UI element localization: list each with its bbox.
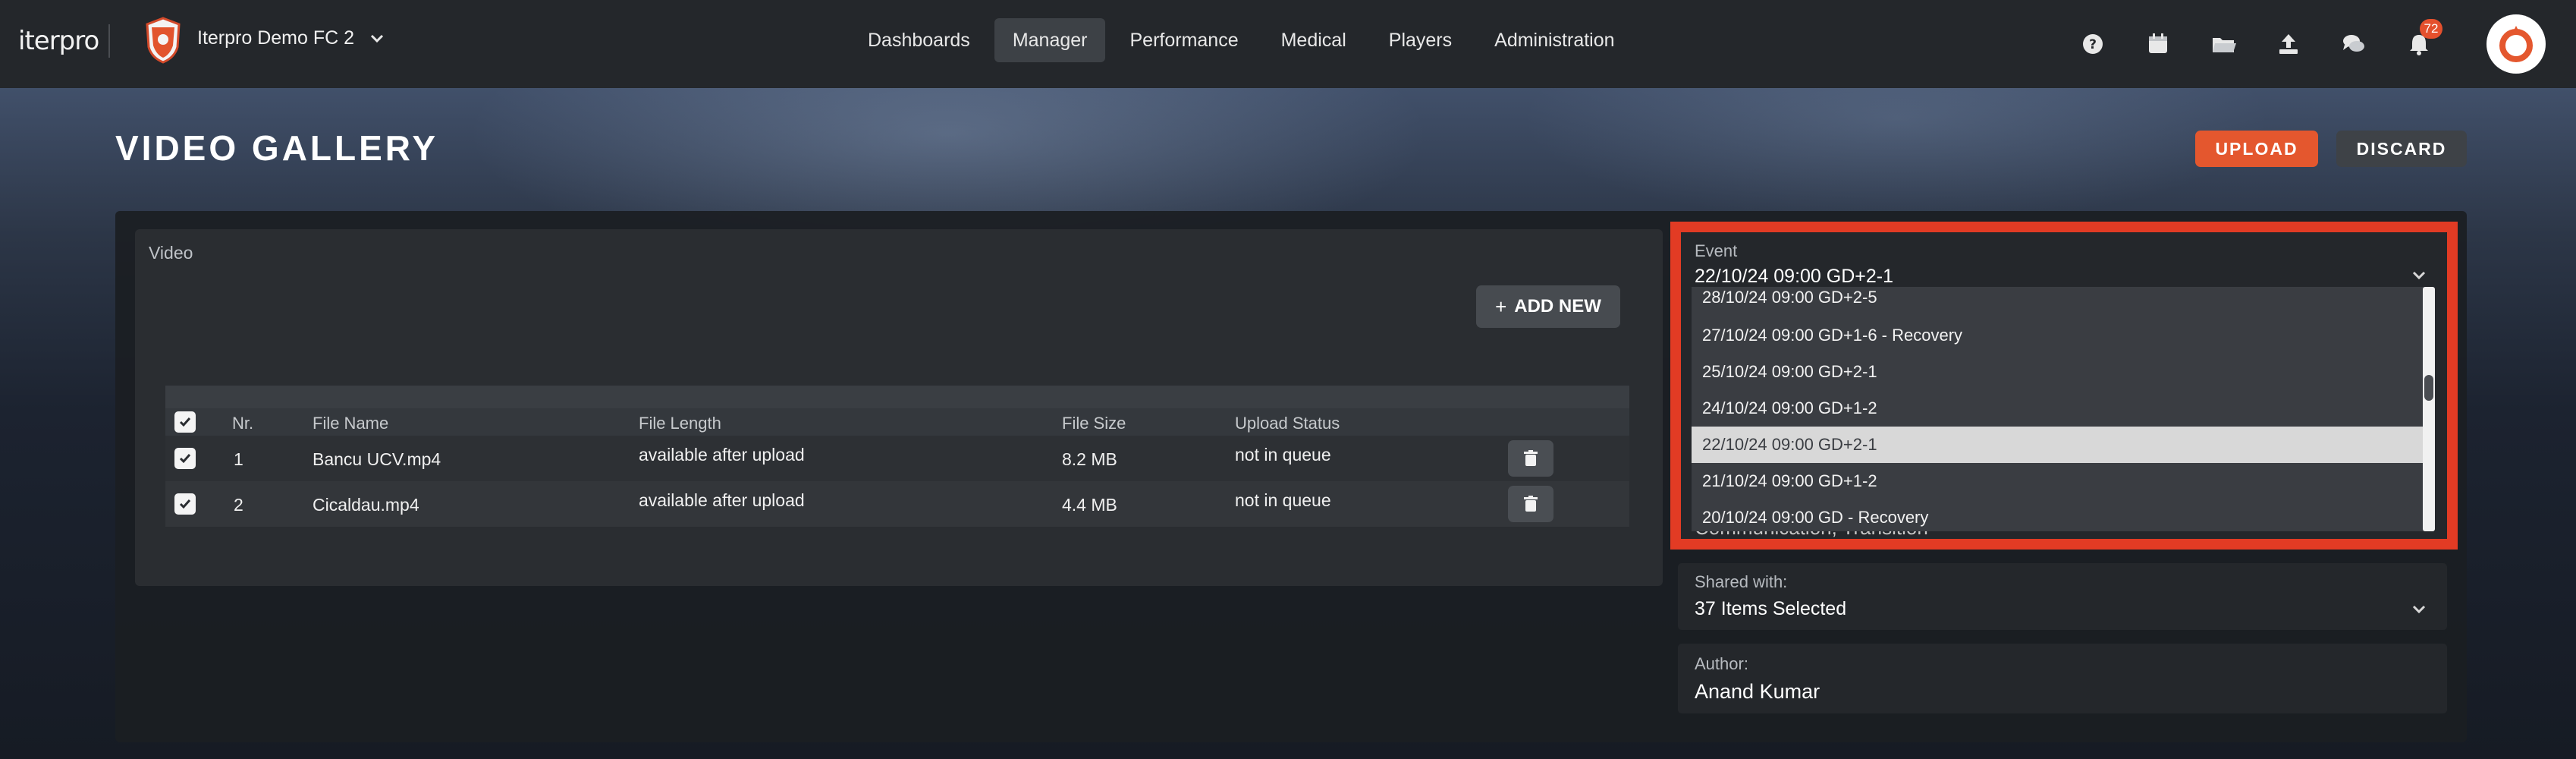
club-crest-icon[interactable] bbox=[144, 17, 182, 64]
scrollbar-thumb[interactable] bbox=[2424, 375, 2433, 401]
column-header-file-size: File Size bbox=[1062, 414, 1126, 433]
nav-performance[interactable]: Performance bbox=[1111, 18, 1256, 62]
event-option-selected[interactable]: 22/10/24 09:00 GD+2-1 bbox=[1692, 427, 2424, 463]
chat-icon[interactable] bbox=[2341, 31, 2367, 57]
nav-dashboards[interactable]: Dashboards bbox=[850, 18, 988, 62]
notification-count-badge: 72 bbox=[2420, 19, 2442, 39]
video-files-table: Nr. File Name File Length File Size Uplo… bbox=[165, 386, 1629, 527]
column-header-file-length: File Length bbox=[639, 414, 721, 433]
shared-with-label: Shared with: bbox=[1695, 572, 1788, 591]
shared-with-select[interactable]: Shared with: 37 Items Selected bbox=[1678, 563, 2447, 630]
main-nav: Dashboards Manager Performance Medical P… bbox=[850, 18, 1633, 62]
row-file-name: Cicaldau.mp4 bbox=[313, 495, 419, 515]
event-option[interactable]: 20/10/24 09:00 GD - Recovery bbox=[1692, 499, 2424, 531]
nav-manager[interactable]: Manager bbox=[994, 18, 1106, 62]
nav-administration[interactable]: Administration bbox=[1476, 18, 1632, 62]
row-file-length: available after upload bbox=[639, 445, 805, 465]
author-field: Author: Anand Kumar bbox=[1678, 644, 2447, 713]
author-label: Author: bbox=[1695, 654, 1748, 673]
event-option[interactable]: 21/10/24 09:00 GD+1-2 bbox=[1692, 463, 2424, 499]
svg-text:?: ? bbox=[2089, 37, 2097, 52]
add-new-button[interactable]: + ADD NEW bbox=[1476, 285, 1620, 328]
event-option[interactable]: 27/10/24 09:00 GD+1-6 - Recovery bbox=[1692, 317, 2424, 354]
chevron-down-icon[interactable] bbox=[2409, 600, 2429, 619]
event-option[interactable]: 28/10/24 09:00 GD+2-5 bbox=[1692, 287, 2424, 317]
column-header-file-name: File Name bbox=[313, 414, 389, 433]
club-name[interactable]: Iterpro Demo FC 2 bbox=[197, 27, 354, 49]
user-avatar[interactable] bbox=[2486, 14, 2546, 74]
upload-button[interactable]: UPLOAD bbox=[2195, 131, 2318, 167]
trash-icon bbox=[1524, 496, 1538, 512]
nav-players[interactable]: Players bbox=[1371, 18, 1470, 62]
iterpro-logo[interactable]: iterpro bbox=[18, 26, 99, 56]
select-all-checkbox[interactable] bbox=[174, 411, 196, 433]
video-section-label: Video bbox=[149, 243, 193, 263]
table-row: 2 Cicaldau.mp4 available after upload 4.… bbox=[165, 481, 1629, 527]
table-toolbar bbox=[165, 386, 1629, 408]
chevron-down-icon[interactable] bbox=[367, 29, 387, 49]
table-header: Nr. File Name File Length File Size Uplo… bbox=[165, 408, 1629, 436]
row-file-name: Bancu UCV.mp4 bbox=[313, 449, 441, 469]
top-navigation-bar: iterpro Iterpro Demo FC 2 Dashboards Man… bbox=[0, 0, 2576, 88]
row-upload-status: not in queue bbox=[1235, 445, 1331, 465]
logo-divider bbox=[108, 24, 110, 58]
delete-row-button[interactable] bbox=[1508, 440, 1553, 477]
delete-row-button[interactable] bbox=[1508, 486, 1553, 522]
discard-button[interactable]: DISCARD bbox=[2336, 131, 2467, 167]
row-file-size: 4.4 MB bbox=[1062, 495, 1117, 515]
row-file-length: available after upload bbox=[639, 490, 805, 510]
row-checkbox[interactable] bbox=[174, 493, 196, 515]
column-header-upload-status: Upload Status bbox=[1235, 414, 1340, 433]
bell-icon[interactable]: 72 bbox=[2406, 19, 2442, 57]
event-label: Event bbox=[1695, 241, 1738, 260]
row-nr: 1 bbox=[234, 449, 243, 469]
dropdown-scrollbar[interactable] bbox=[2423, 287, 2435, 531]
folder-icon[interactable] bbox=[2210, 31, 2236, 57]
nav-medical[interactable]: Medical bbox=[1263, 18, 1365, 62]
shared-with-value: 37 Items Selected bbox=[1695, 598, 1847, 619]
table-row: 1 Bancu UCV.mp4 available after upload 8… bbox=[165, 436, 1629, 481]
event-option[interactable]: 24/10/24 09:00 GD+1-2 bbox=[1692, 390, 2424, 427]
add-new-label: ADD NEW bbox=[1514, 296, 1601, 317]
upload-icon[interactable] bbox=[2276, 31, 2301, 57]
page-title: VIDEO GALLERY bbox=[115, 128, 438, 168]
row-nr: 2 bbox=[234, 495, 243, 515]
top-icon-group: ? 72 bbox=[2080, 0, 2546, 88]
event-dropdown-list[interactable]: 28/10/24 09:00 GD+2-5 27/10/24 09:00 GD+… bbox=[1692, 287, 2424, 531]
chevron-down-icon[interactable] bbox=[2409, 266, 2429, 285]
plus-icon: + bbox=[1495, 294, 1507, 318]
calendar-icon[interactable] bbox=[2145, 31, 2171, 57]
help-icon[interactable]: ? bbox=[2080, 31, 2106, 57]
row-file-size: 8.2 MB bbox=[1062, 449, 1117, 469]
row-checkbox[interactable] bbox=[174, 448, 196, 469]
trash-icon bbox=[1524, 450, 1538, 466]
column-header-nr: Nr. bbox=[232, 414, 254, 433]
event-value: 22/10/24 09:00 GD+2-1 bbox=[1695, 266, 1893, 287]
author-value: Anand Kumar bbox=[1695, 680, 1820, 703]
event-option[interactable]: 25/10/24 09:00 GD+2-1 bbox=[1692, 354, 2424, 390]
row-upload-status: not in queue bbox=[1235, 490, 1331, 510]
